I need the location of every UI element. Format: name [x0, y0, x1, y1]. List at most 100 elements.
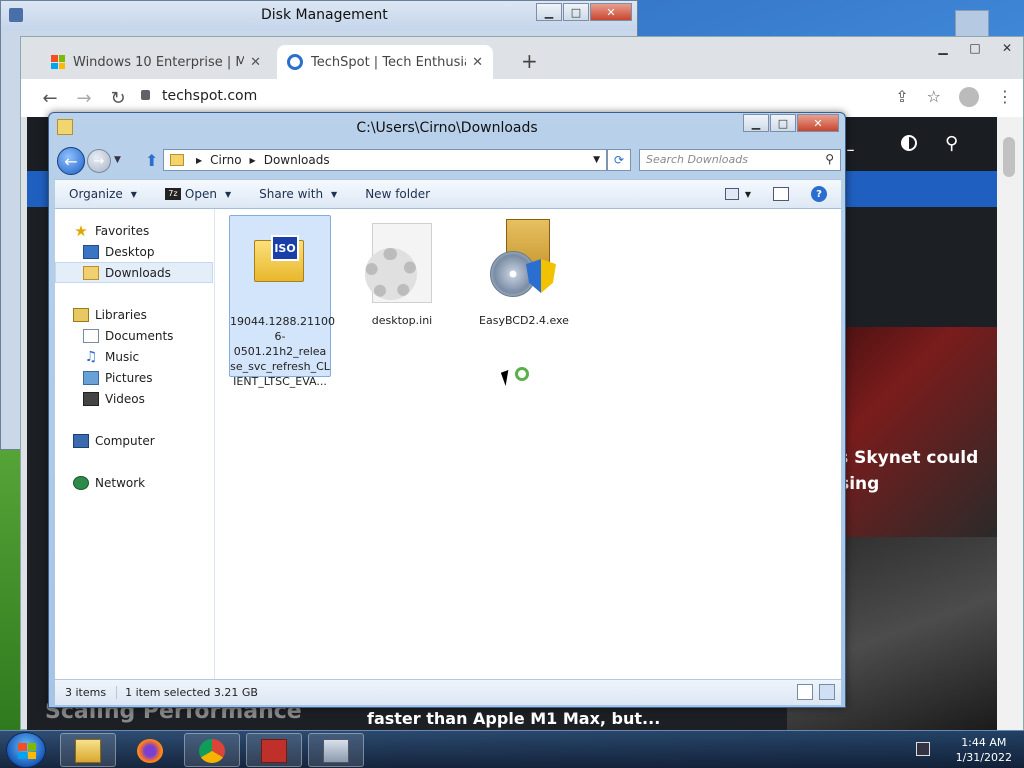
windows-flag-icon	[18, 743, 36, 759]
chevron-right-icon[interactable]: ▶	[196, 156, 202, 165]
nav-videos[interactable]: Videos	[55, 388, 213, 409]
taskbar-explorer[interactable]	[60, 733, 116, 767]
tab-techspot[interactable]: TechSpot | Tech Enthusiasts, Pow ✕	[277, 45, 493, 79]
computer-icon	[73, 433, 89, 448]
taskbar-disk-management[interactable]	[308, 733, 364, 767]
new-tab-button[interactable]: +	[521, 49, 538, 73]
breadcrumb-item[interactable]: Cirno	[210, 153, 241, 167]
desktop-icon	[83, 244, 99, 259]
history-dropdown-icon[interactable]: ▼	[114, 155, 121, 165]
nav-music[interactable]: ♫ Music	[55, 346, 213, 367]
share-icon[interactable]: ⇪	[895, 87, 908, 107]
settings-file-icon	[365, 223, 432, 303]
nav-libraries[interactable]: Libraries	[55, 304, 213, 325]
share-with-button[interactable]: Share with ▼	[259, 187, 337, 201]
taskbar-firefox[interactable]	[122, 733, 178, 767]
folder-icon	[75, 739, 101, 763]
maximize-button[interactable]: □	[563, 3, 589, 21]
nav-label: Videos	[105, 391, 145, 406]
chevron-down-icon[interactable]: ▼	[745, 190, 751, 199]
new-folder-label: New folder	[365, 187, 431, 201]
preview-pane-icon[interactable]	[773, 187, 789, 201]
minimize-button[interactable]: ▁	[743, 114, 769, 132]
chevron-right-icon[interactable]: ▶	[250, 156, 256, 165]
open-button[interactable]: 7z Open ▼	[164, 187, 231, 201]
tab-windows10[interactable]: Windows 10 Enterprise | Microsoft ✕	[41, 45, 271, 79]
search-input[interactable]: Search Downloads ⚲	[639, 149, 841, 171]
breadcrumb[interactable]: ▶ Cirno ▶ Downloads ▼	[163, 149, 607, 171]
back-button[interactable]: ←	[57, 147, 85, 175]
refresh-button[interactable]: ⟳	[607, 149, 631, 171]
bookmark-star-icon[interactable]: ☆	[927, 87, 941, 107]
close-tab-icon[interactable]: ✕	[250, 55, 261, 70]
chevron-down-icon[interactable]: ▼	[593, 155, 600, 165]
back-icon[interactable]: ←	[33, 88, 67, 109]
window-title: C:\Users\Cirno\Downloads	[356, 120, 538, 136]
nav-computer[interactable]: Computer	[55, 430, 213, 451]
pictures-icon	[83, 370, 99, 385]
large-icons-view-icon[interactable]	[819, 684, 835, 700]
scrollbar[interactable]	[997, 117, 1023, 731]
article-headline[interactable]: ys Skynet could using	[827, 445, 1007, 497]
nav-label: Desktop	[105, 244, 155, 259]
file-list: ISO 19044.1288.21100 6-0501.21h2_relea s…	[225, 209, 841, 679]
nav-label: Documents	[105, 328, 174, 343]
file-item-iso[interactable]: ISO 19044.1288.21100 6-0501.21h2_relea s…	[229, 215, 335, 388]
view-icon[interactable]	[724, 188, 739, 200]
details-view-icon[interactable]	[797, 684, 813, 700]
firefox-icon	[137, 739, 163, 763]
up-arrow-icon[interactable]: ⬆	[145, 151, 158, 170]
disk-management-titlebar[interactable]: Disk Management ▁ □ ✕	[1, 1, 637, 31]
article-headline[interactable]: faster than Apple M1 Max, but...	[367, 709, 660, 728]
contrast-icon[interactable]	[901, 135, 917, 151]
nav-label: Favorites	[95, 223, 150, 238]
file-name: desktop.ini	[371, 314, 433, 327]
gear-icon	[365, 248, 417, 300]
organize-button[interactable]: Organize ▼	[69, 187, 137, 201]
nav-favorites[interactable]: ★ Favorites	[55, 220, 213, 241]
menu-icon[interactable]: ⋮	[997, 87, 1013, 107]
nav-documents[interactable]: Documents	[55, 325, 213, 346]
close-button[interactable]: ✕	[797, 114, 839, 132]
taskbar-toolbox[interactable]	[246, 733, 302, 767]
address-bar[interactable]: techspot.com	[141, 88, 257, 104]
taskbar-chrome[interactable]	[184, 733, 240, 767]
chevron-down-icon: ▼	[130, 189, 137, 199]
search-icon[interactable]: ⚲	[825, 152, 834, 166]
taskbar: 1:44 AM 1/31/2022	[0, 730, 1024, 768]
maximize-button[interactable]: □	[770, 114, 796, 132]
close-button[interactable]: ✕	[991, 37, 1023, 59]
file-item-desktop-ini[interactable]: desktop.ini	[351, 215, 453, 335]
forward-button[interactable]: →	[87, 149, 111, 173]
tab-label: TechSpot | Tech Enthusiasts, Pow	[311, 54, 466, 70]
network-tray-icon[interactable]	[916, 742, 930, 756]
nav-label: Libraries	[95, 307, 147, 322]
file-name-line: 6-0501.21h2_relea	[233, 330, 327, 358]
explorer-titlebar[interactable]: C:\Users\Cirno\Downloads ▁ □ ✕	[49, 113, 845, 143]
nav-desktop[interactable]: Desktop	[55, 241, 213, 262]
search-icon[interactable]: ⚲	[945, 133, 958, 154]
start-button[interactable]	[6, 732, 46, 768]
scrollbar-thumb[interactable]	[1003, 137, 1015, 177]
close-button[interactable]: ✕	[590, 3, 632, 21]
forward-icon[interactable]: →	[67, 88, 101, 109]
system-clock[interactable]: 1:44 AM 1/31/2022	[956, 735, 1012, 765]
file-name-line: 19044.1288.21100	[230, 315, 335, 328]
minimize-button[interactable]: ▁	[536, 3, 562, 21]
new-folder-button[interactable]: New folder	[365, 187, 430, 201]
chevron-down-icon: ▼	[331, 189, 338, 199]
help-icon[interactable]: ?	[811, 186, 827, 202]
reload-icon[interactable]: ↻	[101, 88, 135, 109]
profile-avatar[interactable]	[959, 87, 979, 107]
file-name: EasyBCD2.4.exe	[479, 314, 569, 327]
close-tab-icon[interactable]: ✕	[472, 55, 483, 70]
file-item-easybcd[interactable]: EasyBCD2.4.exe	[473, 215, 575, 335]
mouse-cursor-icon	[500, 370, 514, 386]
breadcrumb-item[interactable]: Downloads	[264, 153, 330, 167]
nav-pictures[interactable]: Pictures	[55, 367, 213, 388]
nav-downloads[interactable]: Downloads	[55, 262, 213, 283]
maximize-button[interactable]: □	[959, 37, 991, 59]
nav-network[interactable]: Network	[55, 472, 213, 493]
minimize-button[interactable]: ▁	[927, 37, 959, 59]
network-icon	[73, 475, 89, 490]
